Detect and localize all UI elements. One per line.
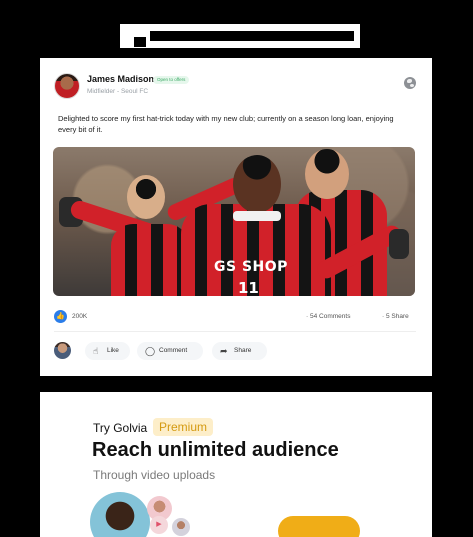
divider xyxy=(54,331,416,332)
share-arrow-icon: ➦ xyxy=(220,346,228,356)
photo-shirt-sponsor: GS SHOP xyxy=(214,259,288,275)
speech-bubble-icon: ◯ xyxy=(145,346,156,356)
premium-promo-card: Try Golvia Premium Reach unlimited audie… xyxy=(40,392,432,537)
like-button[interactable]: ☝ Like xyxy=(85,342,130,360)
promo-subtitle: Through video uploads xyxy=(93,468,216,482)
premium-badge: Premium xyxy=(153,418,214,436)
comments-count-label: 54 Comments xyxy=(309,313,351,320)
post-text: Delighted to score my first hat-trick to… xyxy=(58,114,394,134)
photo-head-left xyxy=(127,175,165,219)
promo-avatar-large xyxy=(90,492,150,537)
shares-count-label: 5 Share xyxy=(385,313,409,320)
photo-player-left xyxy=(111,224,189,296)
reactions-count[interactable]: 200K xyxy=(72,313,87,320)
share-label: Share xyxy=(234,347,252,354)
photo-shirt-number: 11 xyxy=(238,279,259,296)
post-card: James Madison Open to offers Midfielder … xyxy=(40,58,432,376)
like-label: Like xyxy=(107,347,119,354)
redacted-bar-notch xyxy=(134,37,146,47)
post-photo[interactable]: GS SHOP 11 xyxy=(53,147,415,296)
share-button[interactable]: ➦ Share xyxy=(212,342,267,360)
thumbs-up-icon: 👍 xyxy=(54,310,67,323)
promo-cta-button[interactable] xyxy=(278,516,360,537)
promo-headline: Reach unlimited audience xyxy=(92,439,339,461)
comment-label: Comment xyxy=(159,347,188,354)
current-user-avatar xyxy=(54,342,71,359)
author-avatar[interactable] xyxy=(54,73,80,99)
photo-head-center xyxy=(233,155,281,213)
comment-button[interactable]: ◯ Comment xyxy=(137,342,203,360)
redacted-bar-inner xyxy=(150,31,354,41)
play-icon: ▶ xyxy=(150,516,168,534)
photo-collar xyxy=(233,211,281,221)
promo-try-label: Try Golvia xyxy=(93,421,148,435)
author-role: Midfielder - Seoul FC xyxy=(87,88,149,95)
promo-avatar-small-2 xyxy=(172,518,190,536)
shares-count[interactable]: · 5 Share xyxy=(382,313,409,320)
status-badge: Open to offers xyxy=(153,76,190,84)
photo-glove-right xyxy=(389,229,409,259)
photo-head-right xyxy=(305,149,349,199)
globe-icon xyxy=(404,77,416,89)
comments-count[interactable]: · 54 Comments xyxy=(306,313,350,320)
author-name[interactable]: James Madison xyxy=(87,74,154,84)
thumbs-up-outline-icon: ☝ xyxy=(93,346,99,356)
